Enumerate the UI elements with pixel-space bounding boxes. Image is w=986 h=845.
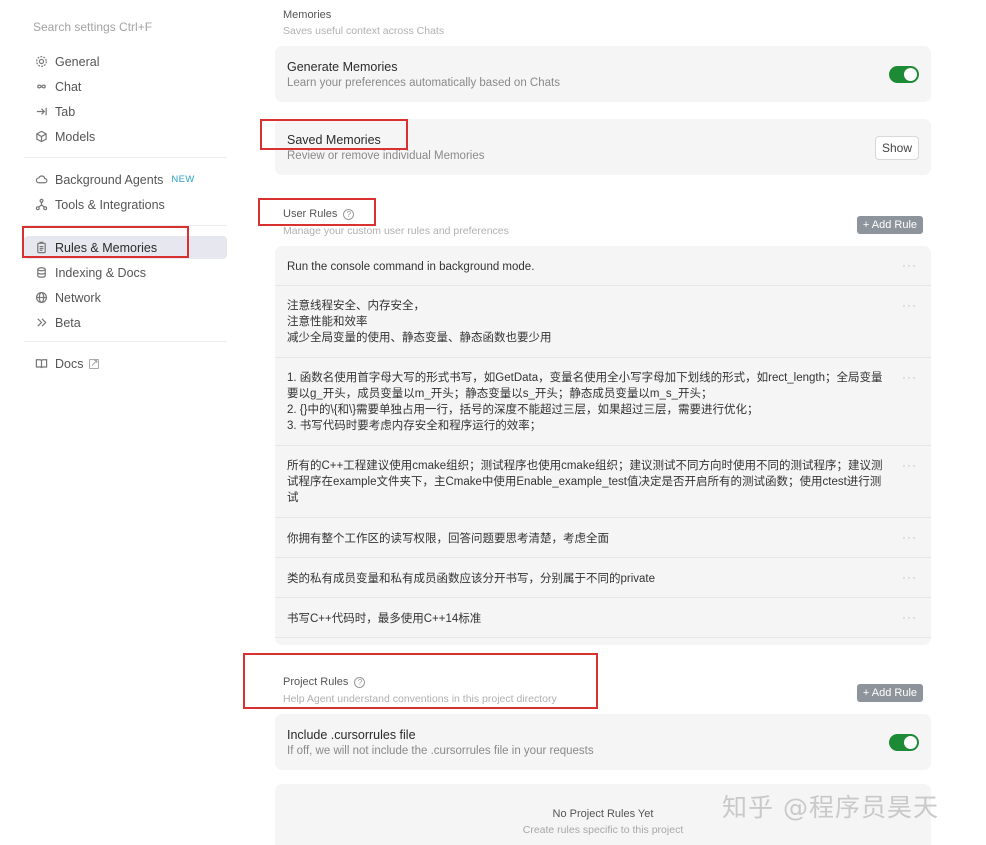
user-rule-row[interactable]: 所有的C++工程建议使用cmake组织；测试程序也使用cmake组织；建议测试不… (275, 446, 931, 518)
integrations-icon (34, 198, 48, 212)
saved-memories-subtitle: Review or remove individual Memories (287, 150, 485, 162)
new-badge: NEW (171, 174, 195, 185)
sidebar-item-label: Beta (55, 315, 81, 330)
sidebar-item-label: Background Agents (55, 172, 164, 187)
generate-memories-toggle[interactable] (889, 66, 919, 83)
book-icon (34, 357, 48, 371)
more-options-icon[interactable]: ··· (902, 570, 917, 584)
sidebar-item-network[interactable]: Network (24, 286, 227, 309)
add-user-rule-button[interactable]: + Add Rule (856, 216, 923, 234)
search-settings-input[interactable]: Search settings Ctrl+F (33, 20, 152, 34)
annotation-box-saved-memories (260, 119, 408, 150)
gear-icon (34, 55, 48, 69)
sidebar-item-models[interactable]: Models (24, 125, 227, 148)
sidebar-item-beta[interactable]: Beta (24, 311, 227, 334)
sidebar-item-chat[interactable]: Chat (24, 75, 227, 98)
annotation-box-project-rules (243, 653, 598, 709)
include-cursorrules-subtitle: If off, we will not include the .cursorr… (287, 745, 594, 757)
generate-memories-subtitle: Learn your preferences automatically bas… (287, 77, 560, 89)
cloud-icon (34, 173, 48, 187)
empty-state-subtitle: Create rules specific to this project (522, 824, 684, 836)
more-options-icon[interactable]: ··· (902, 610, 917, 624)
show-memories-button[interactable]: Show (874, 136, 919, 160)
chevrons-icon (34, 316, 48, 330)
user-rules-section-subtitle: Manage your custom user rules and prefer… (283, 225, 509, 237)
user-rule-row[interactable]: Run the console command in background mo… (275, 246, 931, 286)
include-cursorrules-card: Include .cursorrules file If off, we wil… (275, 714, 931, 770)
user-rule-text: 你拥有整个工作区的读写权限，回答问题要思考清楚，考虑全面 (287, 533, 609, 545)
sidebar-item-background-agents[interactable]: Background Agents NEW (24, 168, 227, 191)
annotation-box-user-rules (258, 198, 376, 226)
sidebar-item-docs[interactable]: Docs ↗ (24, 352, 227, 375)
user-rule-text: 类的私有成员变量和私有成员函数应该分开书写，分别属于不同的private (287, 573, 656, 585)
sidebar-item-label: Indexing & Docs (55, 265, 147, 280)
sidebar-item-label: Chat (55, 79, 82, 94)
user-rule-text: 书写C++代码时，最多使用C++14标准 (287, 613, 482, 625)
sidebar-item-label: Tools & Integrations (55, 197, 165, 212)
sidebar-item-general[interactable]: General (24, 50, 227, 73)
cube-icon (34, 130, 48, 144)
include-cursorrules-toggle[interactable] (889, 734, 919, 751)
user-rule-row[interactable]: 你拥有整个工作区的读写权限，回答问题要思考清楚，考虑全面 ··· (275, 518, 931, 558)
more-options-icon[interactable]: ··· (902, 298, 917, 312)
user-rule-row[interactable]: 注意线程安全、内存安全， 注意性能和效率 减少全局变量的使用、静态变量、静态函数… (275, 286, 931, 358)
user-rule-row[interactable]: 类的私有成员变量和私有成员函数应该分开书写，分别属于不同的private ··· (275, 558, 931, 598)
toggle-knob (904, 736, 917, 749)
user-rule-row[interactable]: 1. 函数名使用首字母大写的形式书写，如GetData，变量名使用全小写字母加下… (275, 358, 931, 446)
external-link-icon: ↗ (89, 358, 100, 369)
sidebar-item-label: Network (55, 290, 101, 305)
sidebar-item-tab[interactable]: Tab (24, 100, 227, 123)
more-options-icon[interactable]: ··· (902, 370, 917, 384)
user-rule-text: Run the console command in background mo… (287, 261, 535, 273)
memories-section-subtitle: Saves useful context across Chats (283, 25, 445, 37)
user-rule-row[interactable]: 书写C++代码时，最多使用C++14标准 ··· (275, 598, 931, 638)
watermark: 知乎 @程序员昊天 (722, 793, 939, 822)
user-rule-text: 所有的C++工程建议使用cmake组织；测试程序也使用cmake组织；建议测试不… (287, 460, 883, 504)
sidebar-divider (24, 157, 227, 158)
globe-icon (34, 291, 48, 305)
user-rules-list: Run the console command in background mo… (275, 246, 931, 645)
toggle-knob (904, 68, 917, 81)
user-rule-text: 1. 函数名使用首字母大写的形式书写，如GetData，变量名使用全小写字母加下… (287, 372, 883, 432)
sidebar-item-label: Docs (55, 356, 84, 371)
tab-arrow-icon (34, 105, 48, 119)
database-icon (34, 266, 48, 280)
sidebar-divider (24, 341, 227, 342)
generate-memories-card: Generate Memories Learn your preferences… (275, 46, 931, 102)
sidebar-item-label: Tab (55, 104, 76, 119)
sidebar-item-label: Models (55, 129, 96, 144)
more-options-icon[interactable]: ··· (902, 530, 917, 544)
annotation-box-rules-memories (22, 226, 189, 258)
user-rule-text: 注意线程安全、内存安全， 注意性能和效率 减少全局变量的使用、静态变量、静态函数… (287, 300, 552, 344)
sidebar-item-indexing-docs[interactable]: Indexing & Docs (24, 261, 227, 284)
infinity-icon (34, 80, 48, 94)
more-options-icon[interactable]: ··· (902, 258, 917, 272)
add-project-rule-button[interactable]: + Add Rule (856, 684, 923, 702)
more-options-icon[interactable]: ··· (902, 458, 917, 472)
settings-sidebar: Search settings Ctrl+F General Chat Tab … (0, 0, 240, 845)
sidebar-item-tools-integrations[interactable]: Tools & Integrations (24, 193, 227, 216)
memories-section-title: Memories (283, 9, 332, 21)
sidebar-item-label: General (55, 54, 100, 69)
include-cursorrules-title: Include .cursorrules file (287, 728, 416, 742)
generate-memories-title: Generate Memories (287, 60, 398, 74)
